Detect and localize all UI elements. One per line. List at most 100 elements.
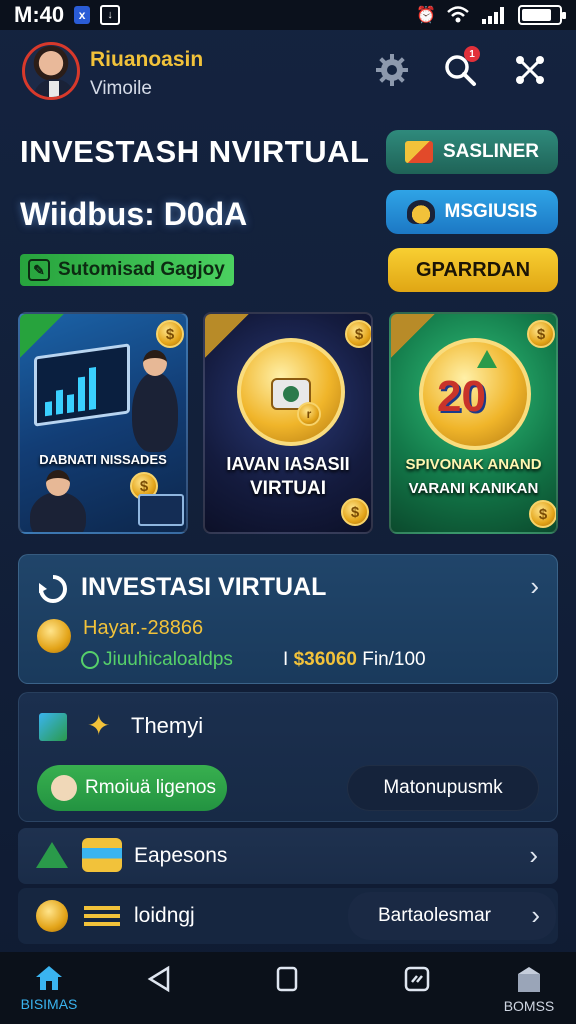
small-coin-r: r bbox=[297, 402, 321, 426]
msgiusis-button[interactable]: MSGIUSIS bbox=[386, 190, 558, 234]
expenses-row[interactable]: Eapesons › bbox=[18, 828, 558, 884]
loading-label: loidngj bbox=[134, 904, 195, 927]
investment-amount: Hayar.-28866 bbox=[83, 617, 204, 639]
nav-home-button[interactable] bbox=[252, 964, 322, 1020]
menu-lines-icon bbox=[84, 906, 120, 928]
up-arrow-icon bbox=[477, 350, 497, 368]
bottom-navigation: BISIMAS BOMSS bbox=[0, 952, 576, 1024]
expenses-label: Eapesons bbox=[134, 844, 228, 867]
coin-icon: $ bbox=[527, 320, 555, 348]
card-ribbon bbox=[205, 314, 249, 358]
msgiusis-label: MSGIUSIS bbox=[444, 201, 538, 222]
username: Riuanoasin bbox=[90, 48, 204, 71]
value-amount: $36060 bbox=[293, 649, 357, 670]
featured-cards: $ DABNATI NISSADES $ $ r IAVAN IASASII V… bbox=[18, 312, 558, 534]
nav-recents[interactable] bbox=[382, 964, 452, 1020]
wifi-icon bbox=[447, 6, 469, 23]
up-arrow-badge-icon bbox=[36, 842, 68, 870]
pencil-edit-icon[interactable] bbox=[39, 713, 67, 741]
settings-gear-icon[interactable] bbox=[374, 52, 410, 88]
coin-icon: $ bbox=[341, 498, 369, 526]
coin-icon: $ bbox=[529, 500, 556, 528]
back-triangle-icon bbox=[147, 965, 170, 993]
card-trading[interactable]: $ DABNATI NISSADES $ bbox=[18, 312, 188, 534]
investment-description: Jiuuhicaloaldps bbox=[103, 649, 233, 670]
hero-subtitle: Wiidbus: D0dA bbox=[20, 196, 248, 232]
avatar[interactable] bbox=[22, 42, 80, 100]
row-action-button[interactable]: Bartaolesmar › bbox=[348, 892, 556, 940]
coins-stack-icon bbox=[82, 838, 122, 872]
woman-figure-image bbox=[132, 350, 178, 452]
check-circle-icon bbox=[81, 651, 99, 669]
helmet-icon bbox=[406, 200, 435, 224]
coin-icon: $ bbox=[156, 320, 184, 348]
investment-title: INVESTASI VIRTUAL bbox=[81, 573, 327, 601]
chevron-right-icon[interactable]: › bbox=[530, 571, 539, 602]
handshake-icon: ✦ bbox=[87, 710, 111, 741]
gold-coin-image: 20 bbox=[419, 338, 531, 450]
card-2-caption-1: IAVAN IASASII bbox=[226, 454, 350, 474]
saslines-button[interactable]: SASLINER bbox=[386, 130, 558, 174]
app-header: Riuanoasin Vimoile 1 bbox=[0, 36, 576, 110]
green-action-button[interactable]: Rmoiuä ligenos bbox=[37, 765, 227, 811]
value-suffix: Fin/100 bbox=[362, 649, 426, 670]
home-square-icon bbox=[276, 966, 298, 992]
battery-icon bbox=[518, 5, 566, 25]
chevron-right-icon[interactable]: › bbox=[529, 840, 538, 871]
coin-icon bbox=[36, 900, 68, 932]
card-ribbon bbox=[391, 314, 435, 358]
share-network-icon[interactable] bbox=[512, 52, 548, 88]
user-subtitle: Vimoile bbox=[90, 78, 152, 99]
nav-boms[interactable]: BOMSS bbox=[494, 964, 564, 1020]
value-prefix: I bbox=[283, 649, 289, 670]
card-1-caption: DABNATI NISSADES bbox=[39, 452, 167, 467]
coin-icon: $ bbox=[345, 320, 371, 348]
promo-banner[interactable]: ✎ Sutomisad Gagjoy bbox=[20, 254, 234, 286]
gift-box-icon bbox=[404, 141, 433, 163]
card-2-caption-2: VIRTUAI bbox=[250, 478, 326, 499]
investment-panel[interactable]: INVESTASI VIRTUAL › Hayar.-28866 Jiuuhic… bbox=[18, 554, 558, 684]
app-notification-icon: x bbox=[74, 6, 91, 24]
card-growth[interactable]: $ 20 SPIVONAK ANAND VARANI KANIKAN $ bbox=[389, 312, 558, 534]
edit-icon: ✎ bbox=[28, 259, 50, 281]
refresh-cycle-icon bbox=[39, 575, 67, 603]
shell-icon bbox=[51, 775, 77, 801]
battery-fill bbox=[522, 9, 551, 21]
status-time: M:40 bbox=[14, 2, 65, 27]
hero-title: INVESTASH NVIRTUAL bbox=[20, 134, 370, 169]
notification-badge: 1 bbox=[464, 46, 480, 62]
home-icon bbox=[36, 966, 62, 990]
nav-home[interactable]: BISIMAS bbox=[14, 964, 84, 1020]
card-virtual[interactable]: $ r IAVAN IASASII VIRTUAI $ bbox=[203, 312, 373, 534]
saslines-label: SASLINER bbox=[442, 141, 540, 162]
recents-square-icon bbox=[404, 966, 430, 992]
row-button-label: Bartaolesmar bbox=[378, 905, 491, 926]
green-button-label: Rmoiuä ligenos bbox=[85, 777, 216, 798]
growth-number-art: 20 bbox=[437, 372, 486, 421]
dark-action-button[interactable]: Matonupusmk bbox=[347, 765, 539, 811]
gparrdan-label: GPARRDAN bbox=[415, 258, 531, 281]
download-icon: ↓ bbox=[100, 5, 121, 25]
status-bar: M:40 x ↓ ⏰ bbox=[0, 0, 576, 30]
promo-label: Sutomisad Gagjoy bbox=[58, 259, 225, 280]
nav-home-label: BISIMAS bbox=[20, 996, 78, 1012]
card-3-caption-1: SPIVONAK ANAND bbox=[405, 456, 542, 473]
dark-button-label: Matonupusmk bbox=[383, 777, 503, 798]
card-3-caption-2: VARANI KANIKAN bbox=[408, 480, 539, 497]
nav-back[interactable] bbox=[124, 964, 194, 1020]
search-icon[interactable]: 1 bbox=[442, 46, 480, 88]
gold-coin-image: r bbox=[237, 338, 345, 446]
gparrdan-button[interactable]: GPARRDAN bbox=[388, 248, 558, 292]
loading-row[interactable]: loidngj Bartaolesmar › bbox=[18, 888, 558, 944]
box-icon bbox=[518, 967, 540, 992]
signal-icon bbox=[482, 7, 504, 24]
chevron-right-icon: › bbox=[531, 900, 540, 930]
card-ribbon bbox=[20, 314, 64, 358]
man-figure-image bbox=[30, 470, 86, 532]
theme-title: Themyi bbox=[131, 713, 204, 738]
nav-boms-label: BOMSS bbox=[503, 998, 555, 1014]
laptop-image bbox=[138, 494, 184, 526]
coin-icon bbox=[37, 619, 71, 653]
alarm-icon: ⏰ bbox=[416, 7, 436, 24]
investment-value: I $36060 Fin/100 bbox=[283, 649, 426, 671]
